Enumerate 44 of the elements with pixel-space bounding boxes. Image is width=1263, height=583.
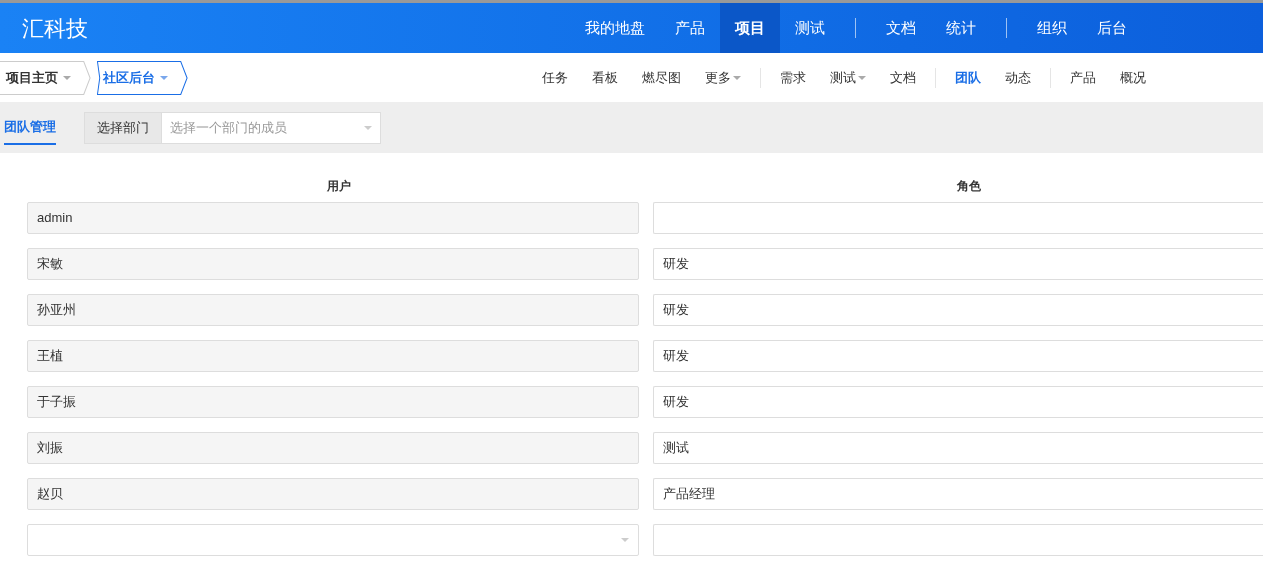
user-field: 宋敏 (27, 248, 640, 280)
user-field: 于子振 (27, 386, 640, 418)
nav-link[interactable]: 项目 (720, 3, 780, 53)
nav-link[interactable]: 文档 (871, 3, 931, 53)
role-field[interactable] (653, 524, 1263, 556)
sub-nav-link[interactable]: 燃尽图 (630, 67, 693, 88)
team-management-tab[interactable]: 团队管理 (4, 111, 56, 145)
sub-nav-link[interactable]: 测试 (818, 67, 878, 88)
logo-text: 汇科技 (21, 14, 89, 43)
nav-link[interactable]: 测试 (780, 3, 840, 53)
sub-nav-link[interactable]: 概况 (1108, 67, 1158, 88)
user-field: 孙亚州 (27, 294, 640, 326)
role-field[interactable]: 研发 (653, 248, 1263, 280)
sub-nav-link[interactable]: 产品 (1058, 67, 1108, 88)
role-field[interactable]: 测试 (653, 432, 1263, 464)
sub-nav-link[interactable]: 更多 (693, 67, 753, 88)
sub-nav-link[interactable]: 团队 (943, 67, 993, 88)
nav-link[interactable]: 我的地盘 (570, 3, 660, 53)
sub-nav-link[interactable]: 文档 (878, 67, 928, 88)
nav-link[interactable]: 后台 (1082, 3, 1142, 53)
nav-link[interactable]: 产品 (660, 3, 720, 53)
role-field[interactable]: 产品经理 (653, 478, 1263, 510)
breadcrumb[interactable]: 项目主页 (0, 60, 91, 95)
user-select[interactable] (27, 524, 640, 556)
role-field[interactable]: 研发 (653, 340, 1263, 372)
column-header: 角色 (956, 178, 982, 195)
user-field: 赵贝 (27, 478, 640, 510)
caret-icon (621, 538, 630, 542)
role-field[interactable] (653, 202, 1263, 234)
sub-nav-link[interactable]: 任务 (530, 67, 580, 88)
nav-link[interactable]: 组织 (1022, 3, 1082, 53)
nav-link[interactable]: 统计 (931, 3, 991, 53)
breadcrumb[interactable]: 社区后台 (97, 60, 188, 95)
sub-nav-link[interactable]: 需求 (768, 67, 818, 88)
sub-nav-link[interactable]: 看板 (580, 67, 630, 88)
role-field[interactable]: 研发 (653, 386, 1263, 418)
user-field: 刘振 (27, 432, 640, 464)
caret-icon (160, 75, 168, 80)
sub-nav-link[interactable]: 动态 (993, 67, 1043, 88)
role-field[interactable]: 研发 (653, 294, 1263, 326)
user-field: admin (27, 202, 640, 234)
column-header: 用户 (325, 178, 352, 195)
user-field: 王植 (27, 340, 640, 372)
caret-icon (63, 75, 71, 80)
